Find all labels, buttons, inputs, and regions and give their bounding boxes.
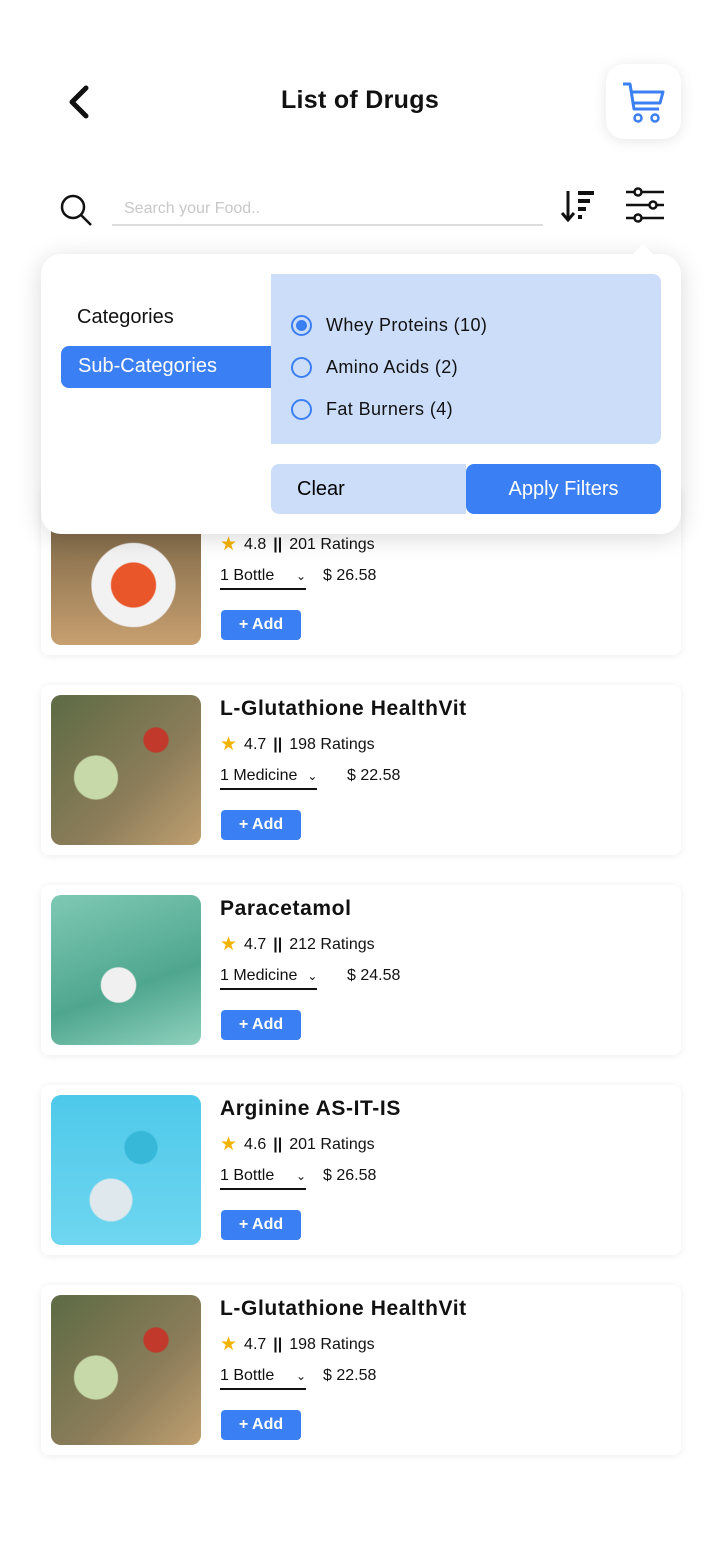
product-rating: ★ 4.7 || 198 Ratings <box>220 1333 375 1356</box>
cart-icon <box>622 82 664 123</box>
option-fat-burners[interactable]: Fat Burners (4) <box>291 388 661 430</box>
rating-value: 4.6 <box>244 1135 267 1153</box>
radio-selected-icon[interactable] <box>291 314 312 336</box>
quantity-value: 1 Bottle <box>220 1167 275 1184</box>
quantity-value: 1 Bottle <box>220 1367 275 1384</box>
options-panel: Whey Proteins (10) Amino Acids (2) Fat B… <box>271 274 661 444</box>
tab-sub-categories[interactable]: Sub-Categories <box>61 346 271 388</box>
product-price: $ 22.58 <box>323 1367 377 1384</box>
quantity-dropdown[interactable]: 1 Medicine ⌄ <box>220 967 318 990</box>
chevron-down-icon: ⌄ <box>307 969 318 983</box>
quantity-dropdown[interactable]: 1 Medicine ⌄ <box>220 767 318 790</box>
search-input[interactable] <box>112 194 543 226</box>
option-amino-acids[interactable]: Amino Acids (2) <box>291 346 661 388</box>
option-whey-proteins[interactable]: Whey Proteins (10) <box>291 304 661 346</box>
quantity-dropdown[interactable]: 1 Bottle ⌄ <box>220 567 306 590</box>
star-icon: ★ <box>220 534 238 555</box>
product-image <box>51 895 201 1045</box>
separator: || <box>273 735 283 753</box>
product-image <box>51 1295 201 1445</box>
ratings-count: 201 Ratings <box>289 1135 375 1153</box>
product-card[interactable]: Arginine AS-IT-IS ★ 4.6 || 201 Ratings 1 Bo… <box>41 1085 681 1255</box>
search-icon[interactable] <box>58 192 94 228</box>
add-button[interactable]: + Add <box>221 1010 301 1040</box>
product-price: $ 22.58 <box>347 767 401 784</box>
filter-popup: Categories Sub-Categories Whey Proteins … <box>41 244 681 534</box>
separator: || <box>273 1335 283 1353</box>
product-price: $ 26.58 <box>323 567 377 584</box>
clear-button[interactable]: Clear <box>271 464 466 514</box>
product-rating: ★ 4.8 || 201 Ratings <box>220 533 375 556</box>
star-icon: ★ <box>220 734 238 755</box>
product-name: L-Glutathione HealthVit <box>220 697 467 720</box>
tab-categories[interactable]: Categories <box>77 306 174 329</box>
separator: || <box>273 935 283 953</box>
rating-value: 4.8 <box>244 535 267 553</box>
star-icon: ★ <box>220 1334 238 1355</box>
radio-icon[interactable] <box>291 398 312 420</box>
product-price: $ 24.58 <box>347 967 401 984</box>
ratings-count: 201 Ratings <box>289 535 375 553</box>
product-rating: ★ 4.7 || 198 Ratings <box>220 733 375 756</box>
product-image <box>51 695 201 845</box>
rating-value: 4.7 <box>244 735 267 753</box>
option-label: Whey Proteins (10) <box>326 314 488 335</box>
chevron-down-icon: ⌄ <box>295 1169 306 1183</box>
product-image <box>51 1095 201 1245</box>
sort-icon[interactable] <box>560 188 596 224</box>
quantity-dropdown[interactable]: 1 Bottle ⌄ <box>220 1167 306 1190</box>
apply-filters-button[interactable]: Apply Filters <box>466 464 661 514</box>
separator: || <box>273 535 283 553</box>
star-icon: ★ <box>220 934 238 955</box>
star-icon: ★ <box>220 1134 238 1155</box>
product-name: L-Glutathione HealthVit <box>220 1297 467 1320</box>
product-name: Paracetamol <box>220 897 352 920</box>
product-card[interactable]: Paracetamol ★ 4.7 || 212 Ratings 1 Medicine… <box>41 885 681 1055</box>
product-name: Arginine AS-IT-IS <box>220 1097 401 1120</box>
ratings-count: 198 Ratings <box>289 735 375 753</box>
add-button[interactable]: + Add <box>221 1410 301 1440</box>
quantity-value: 1 Medicine <box>220 767 298 784</box>
cart-button[interactable] <box>606 64 681 139</box>
chevron-down-icon: ⌄ <box>295 569 306 583</box>
quantity-value: 1 Medicine <box>220 967 298 984</box>
chevron-down-icon: ⌄ <box>295 1369 306 1383</box>
product-rating: ★ 4.6 || 201 Ratings <box>220 1133 375 1156</box>
chevron-down-icon: ⌄ <box>307 769 318 783</box>
radio-icon[interactable] <box>291 356 312 378</box>
product-card[interactable]: L-Glutathione HealthVit ★ 4.7 || 198 Rating… <box>41 685 681 855</box>
product-rating: ★ 4.7 || 212 Ratings <box>220 933 375 956</box>
separator: || <box>273 1135 283 1153</box>
product-card[interactable]: L-Glutathione HealthVit ★ 4.7 || 198 Rating… <box>41 1285 681 1455</box>
rating-value: 4.7 <box>244 935 267 953</box>
add-button[interactable]: + Add <box>221 610 301 640</box>
add-button[interactable]: + Add <box>221 1210 301 1240</box>
option-label: Amino Acids (2) <box>326 356 459 377</box>
add-button[interactable]: + Add <box>221 810 301 840</box>
ratings-count: 212 Ratings <box>289 935 375 953</box>
option-label: Fat Burners (4) <box>326 398 454 419</box>
quantity-dropdown[interactable]: 1 Bottle ⌄ <box>220 1367 306 1390</box>
ratings-count: 198 Ratings <box>289 1335 375 1353</box>
quantity-value: 1 Bottle <box>220 567 275 584</box>
product-price: $ 26.58 <box>323 1167 377 1184</box>
rating-value: 4.7 <box>244 1335 267 1353</box>
filter-icon[interactable] <box>624 186 666 226</box>
